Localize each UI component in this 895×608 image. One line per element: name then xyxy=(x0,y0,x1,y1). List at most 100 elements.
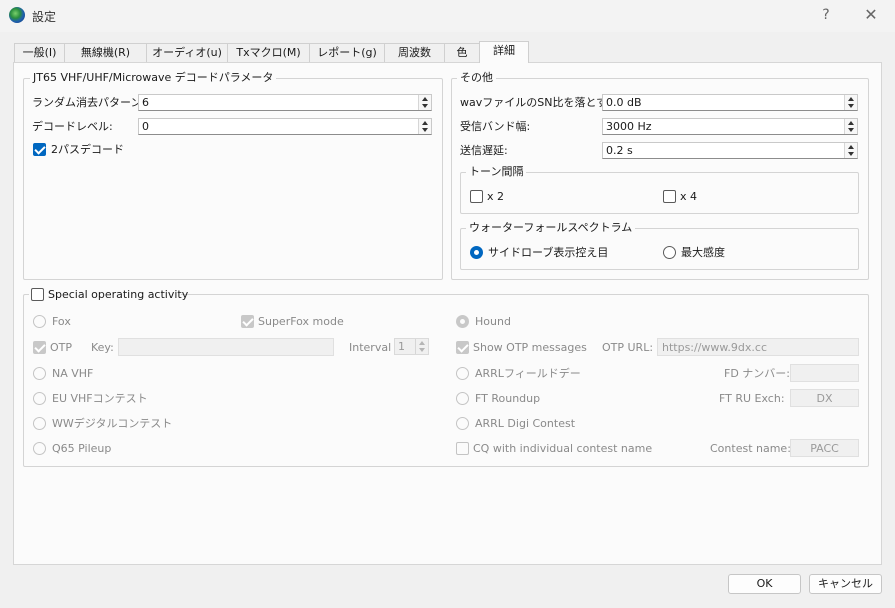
tx-delay-stepper[interactable] xyxy=(844,143,857,158)
help-button[interactable]: ? xyxy=(814,4,838,26)
ww-digi-radio[interactable] xyxy=(33,417,46,430)
rx-bandwidth-stepper[interactable] xyxy=(844,119,857,134)
tab-tx-macros[interactable]: Txマクロ(M) xyxy=(227,43,310,62)
cancel-button[interactable]: キャンセル xyxy=(809,574,882,594)
tab-advanced[interactable]: 詳細 xyxy=(479,41,529,63)
window-title: 設定 xyxy=(32,10,57,24)
wav-snr-label: wavファイルのSN比を落とす: xyxy=(460,96,611,109)
arrl-digi-label[interactable]: ARRL Digi Contest xyxy=(475,417,575,431)
cq-individual-label[interactable]: CQ with individual contest name xyxy=(473,442,652,456)
fd-number-label: FD ナンバー: xyxy=(724,367,790,380)
tx-delay-value: 0.2 s xyxy=(606,144,633,157)
fox-label[interactable]: Fox xyxy=(52,315,71,329)
special-activity-title[interactable]: Special operating activity xyxy=(48,288,188,302)
step-down-icon[interactable] xyxy=(422,104,428,108)
arrl-digi-radio[interactable] xyxy=(456,417,469,430)
interval-stepper[interactable] xyxy=(415,339,428,354)
fd-number-input[interactable] xyxy=(790,364,859,382)
wav-snr-value: 0.0 dB xyxy=(606,96,642,109)
close-icon[interactable]: ✕ xyxy=(858,4,884,26)
step-down-icon[interactable] xyxy=(422,128,428,132)
show-otp-checkbox[interactable] xyxy=(456,341,469,354)
step-up-icon[interactable] xyxy=(848,121,854,125)
random-erasure-spinbox[interactable]: 6 xyxy=(138,94,432,111)
ww-digi-label[interactable]: WWデジタルコンテスト xyxy=(52,417,172,431)
step-up-icon[interactable] xyxy=(422,121,428,125)
ft-ru-exch-input[interactable]: DX xyxy=(790,389,859,407)
eu-vhf-label[interactable]: EU VHFコンテスト xyxy=(52,392,148,406)
step-down-icon[interactable] xyxy=(419,348,425,352)
tx-delay-label: 送信遅延: xyxy=(460,144,508,157)
eu-vhf-radio[interactable] xyxy=(33,392,46,405)
step-up-icon[interactable] xyxy=(422,97,428,101)
sidelobe-label[interactable]: サイドローブ表示控え目 xyxy=(488,246,608,260)
tab-frequencies[interactable]: 周波数 xyxy=(384,43,445,62)
superfox-checkbox[interactable] xyxy=(241,315,254,328)
tab-general[interactable]: 一般(I) xyxy=(14,43,65,62)
ok-button[interactable]: OK xyxy=(728,574,801,594)
ft-ru-exch-value: DX xyxy=(816,392,833,405)
decode-level-label: デコードレベル: xyxy=(32,120,113,133)
tx-delay-spinbox[interactable]: 0.2 s xyxy=(602,142,858,159)
tone-x4-checkbox[interactable] xyxy=(663,190,676,203)
otp-url-label: OTP URL: xyxy=(602,341,654,354)
ft-roundup-label[interactable]: FT Roundup xyxy=(475,392,540,406)
na-vhf-radio[interactable] xyxy=(33,367,46,380)
decode-level-stepper[interactable] xyxy=(418,119,431,134)
otp-url-value: https://www.9dx.cc xyxy=(662,341,767,354)
step-down-icon[interactable] xyxy=(848,152,854,156)
contest-name-value: PACC xyxy=(810,442,839,455)
rx-bandwidth-value: 3000 Hz xyxy=(606,120,652,133)
show-otp-label[interactable]: Show OTP messages xyxy=(473,341,587,355)
tab-reporting[interactable]: レポート(g) xyxy=(309,43,385,62)
arrl-field-day-radio[interactable] xyxy=(456,367,469,380)
decode-level-spinbox[interactable]: 0 xyxy=(138,118,432,135)
fox-radio[interactable] xyxy=(33,315,46,328)
step-up-icon[interactable] xyxy=(419,341,425,345)
contest-name-input[interactable]: PACC xyxy=(790,439,859,457)
tone-x4-label[interactable]: x 4 xyxy=(680,190,697,204)
q65-pileup-label[interactable]: Q65 Pileup xyxy=(52,442,111,456)
arrl-field-day-label[interactable]: ARRLフィールドデー xyxy=(475,367,581,381)
key-input[interactable] xyxy=(118,338,334,356)
wav-snr-stepper[interactable] xyxy=(844,95,857,110)
two-pass-checkbox[interactable] xyxy=(33,143,46,156)
interval-value: 1 xyxy=(398,340,405,353)
otp-label[interactable]: OTP xyxy=(50,341,72,355)
tab-audio[interactable]: オーディオ(u) xyxy=(146,43,228,62)
step-up-icon[interactable] xyxy=(848,97,854,101)
interval-spinbox[interactable]: 1 xyxy=(394,338,429,355)
wav-snr-spinbox[interactable]: 0.0 dB xyxy=(602,94,858,111)
random-erasure-label: ランダム消去パターン: xyxy=(32,96,146,109)
two-pass-label[interactable]: 2パスデコード xyxy=(51,143,124,157)
contest-name-label: Contest name: xyxy=(710,442,791,455)
rx-bandwidth-spinbox[interactable]: 3000 Hz xyxy=(602,118,858,135)
random-erasure-value: 6 xyxy=(142,96,149,109)
cq-individual-checkbox[interactable] xyxy=(456,442,469,455)
otp-url-input[interactable]: https://www.9dx.cc xyxy=(657,338,859,356)
hound-radio[interactable] xyxy=(456,315,469,328)
ft-ru-exch-label: FT RU Exch: xyxy=(719,392,785,405)
tone-x2-checkbox[interactable] xyxy=(470,190,483,203)
misc-title: その他 xyxy=(457,71,496,85)
ft-roundup-radio[interactable] xyxy=(456,392,469,405)
step-up-icon[interactable] xyxy=(848,145,854,149)
step-down-icon[interactable] xyxy=(848,128,854,132)
title-bar xyxy=(0,0,895,32)
rx-bandwidth-label: 受信バンド幅: xyxy=(460,120,531,133)
step-down-icon[interactable] xyxy=(848,104,854,108)
tab-radio[interactable]: 無線機(R) xyxy=(64,43,147,62)
max-sensitivity-label[interactable]: 最大感度 xyxy=(681,246,725,260)
superfox-label[interactable]: SuperFox mode xyxy=(258,315,344,329)
hound-label[interactable]: Hound xyxy=(475,315,511,329)
na-vhf-label[interactable]: NA VHF xyxy=(52,367,93,381)
otp-checkbox[interactable] xyxy=(33,341,46,354)
sidelobe-radio[interactable] xyxy=(470,246,483,259)
interval-label: Interval xyxy=(349,341,392,354)
max-sensitivity-radio[interactable] xyxy=(663,246,676,259)
tone-x2-label[interactable]: x 2 xyxy=(487,190,504,204)
random-erasure-stepper[interactable] xyxy=(418,95,431,110)
q65-pileup-radio[interactable] xyxy=(33,442,46,455)
special-activity-checkbox[interactable] xyxy=(31,288,44,301)
tab-colors[interactable]: 色 xyxy=(444,43,480,62)
